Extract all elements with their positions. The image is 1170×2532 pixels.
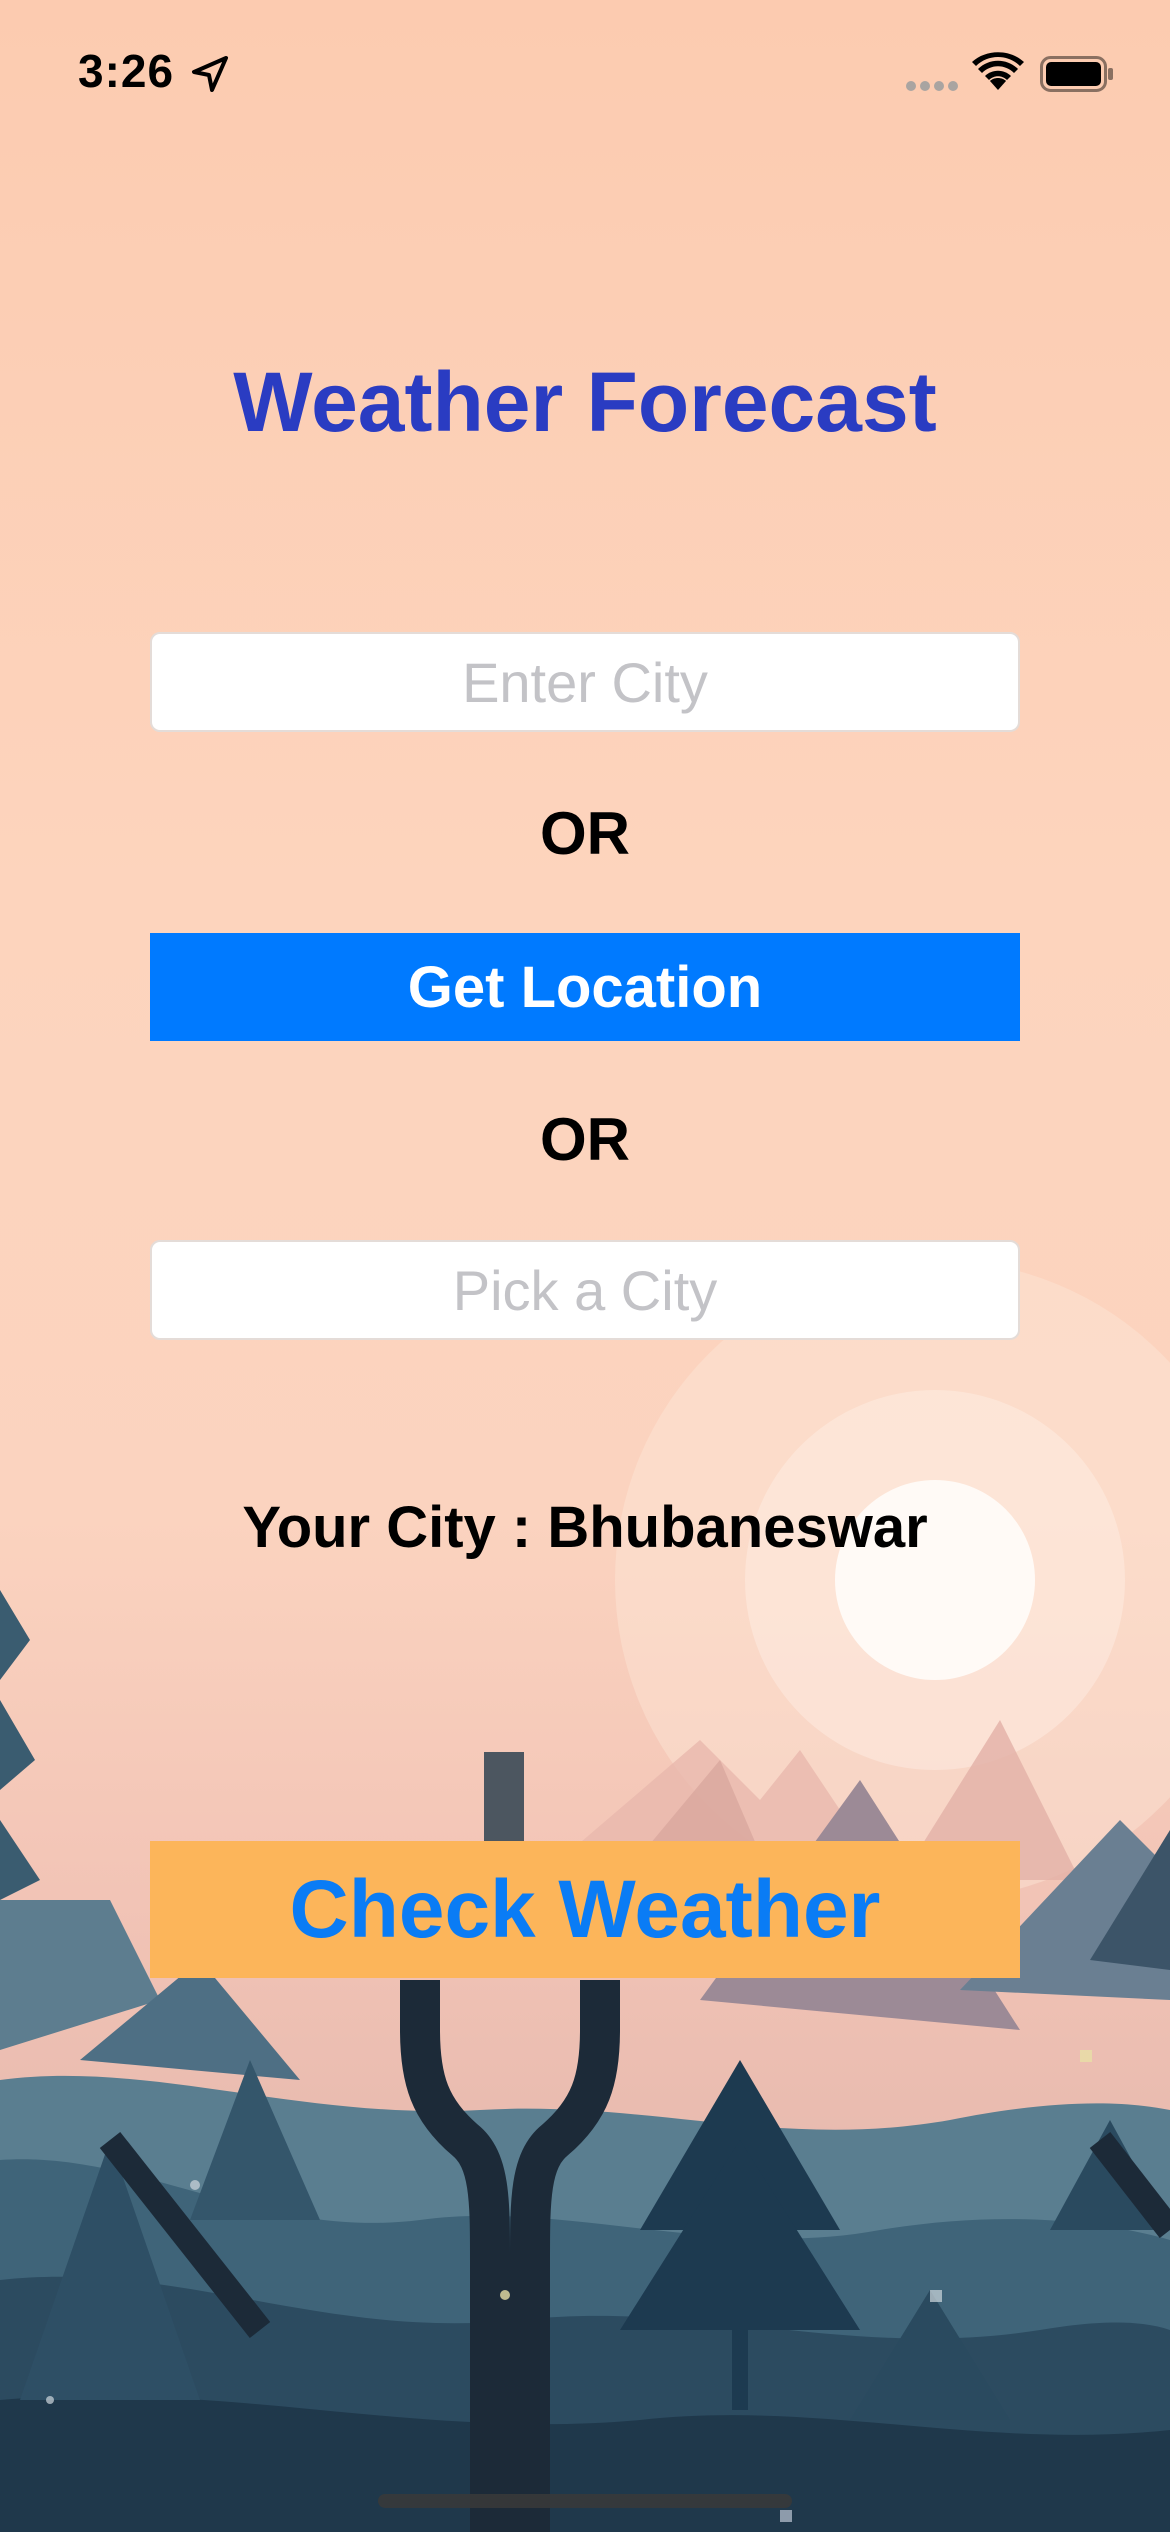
status-time: 3:26 bbox=[78, 45, 175, 97]
your-city-label: Your City : Bhubaneswar bbox=[242, 1495, 928, 1560]
or-label: OR bbox=[540, 800, 630, 867]
or-label: OR bbox=[540, 1106, 630, 1173]
get-location-button[interactable]: Get Location bbox=[150, 933, 1020, 1041]
pick-city-field[interactable] bbox=[150, 1240, 1020, 1340]
status-bar: 3:26 bbox=[0, 0, 1170, 150]
battery-icon bbox=[1040, 56, 1113, 92]
home-indicator[interactable] bbox=[378, 2494, 792, 2508]
app-screen: 3:26 Weather Forecast OR Get Location OR bbox=[0, 0, 1170, 2532]
cellular-signal-icon bbox=[906, 81, 958, 91]
wifi-icon bbox=[972, 52, 1024, 90]
check-weather-button[interactable]: Check Weather bbox=[150, 1841, 1020, 1978]
app-title: Weather Forecast bbox=[233, 355, 937, 449]
location-arrow-icon bbox=[192, 56, 228, 92]
city-input[interactable] bbox=[150, 632, 1020, 732]
